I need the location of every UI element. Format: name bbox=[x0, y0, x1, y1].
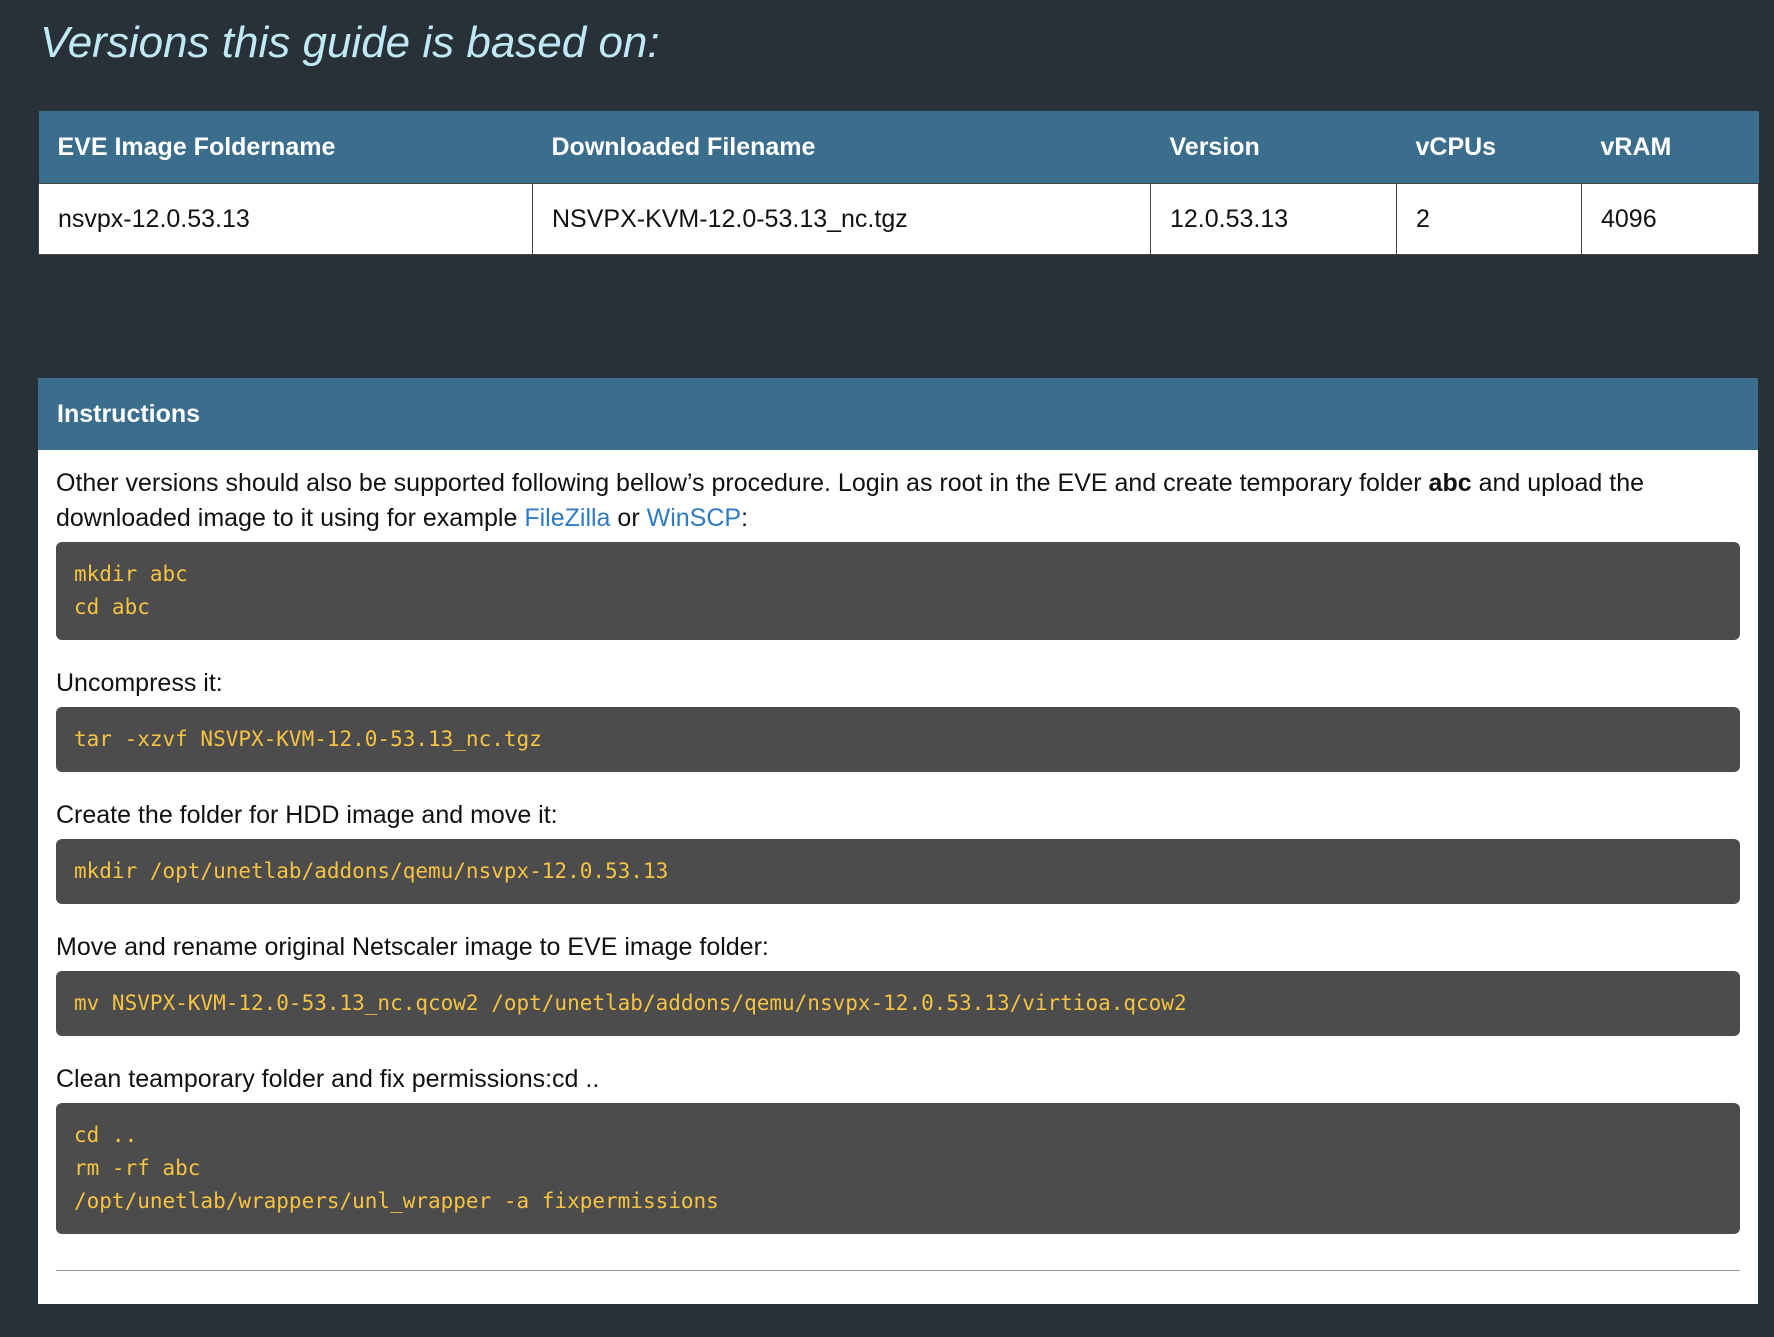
code-line: cd .. bbox=[74, 1123, 138, 1147]
instructions-title: Instructions bbox=[38, 378, 1758, 450]
cell-vram: 4096 bbox=[1581, 183, 1759, 255]
column-header-vcpus: vCPUs bbox=[1396, 111, 1582, 184]
table-header-row: EVE Image Foldername Downloaded Filename… bbox=[38, 111, 1759, 184]
page-title: Versions this guide is based on: bbox=[40, 18, 660, 67]
cell-version: 12.0.53.13 bbox=[1150, 183, 1397, 255]
instructions-body: Other versions should also be supported … bbox=[38, 450, 1758, 1271]
code-line: cd abc bbox=[74, 595, 150, 619]
divider bbox=[56, 1270, 1740, 1271]
code-block-mkdir-hdd[interactable]: mkdir /opt/unetlab/addons/qemu/nsvpx-12.… bbox=[56, 839, 1740, 904]
code-line: mkdir /opt/unetlab/addons/qemu/nsvpx-12.… bbox=[74, 859, 669, 883]
code-block-mkdir[interactable]: mkdir abc cd abc bbox=[56, 542, 1740, 640]
code-line: rm -rf abc bbox=[74, 1156, 201, 1180]
cell-vcpus: 2 bbox=[1396, 183, 1582, 255]
intro-text: or bbox=[610, 504, 647, 532]
filezilla-link[interactable]: FileZilla bbox=[524, 504, 610, 532]
column-header-vram: vRAM bbox=[1581, 111, 1759, 184]
code-block-mv[interactable]: mv NSVPX-KVM-12.0-53.13_nc.qcow2 /opt/un… bbox=[56, 971, 1740, 1036]
intro-paragraph: Other versions should also be supported … bbox=[56, 466, 1740, 536]
folder-name-bold: abc bbox=[1428, 469, 1472, 497]
step-uncompress: Uncompress it: bbox=[56, 669, 223, 697]
step-move-rename: Move and rename original Netscaler image… bbox=[56, 933, 769, 961]
column-header-foldername: EVE Image Foldername bbox=[38, 111, 533, 184]
instructions-panel: Instructions Other versions should also … bbox=[38, 378, 1758, 1304]
cell-filename: NSVPX-KVM-12.0-53.13_nc.tgz bbox=[532, 183, 1151, 255]
code-line: tar -xzvf NSVPX-KVM-12.0-53.13_nc.tgz bbox=[74, 727, 542, 751]
step-clean: Clean teamporary folder and fix permissi… bbox=[56, 1065, 600, 1093]
code-line: /opt/unetlab/wrappers/unl_wrapper -a fix… bbox=[74, 1189, 719, 1213]
step-create-folder: Create the folder for HDD image and move… bbox=[56, 801, 558, 829]
intro-text: : bbox=[741, 504, 749, 532]
cell-foldername: nsvpx-12.0.53.13 bbox=[38, 183, 533, 255]
code-line: mkdir abc bbox=[74, 562, 188, 586]
code-line: mv NSVPX-KVM-12.0-53.13_nc.qcow2 /opt/un… bbox=[74, 991, 1187, 1015]
intro-text: Other versions should also be supported … bbox=[56, 469, 1429, 497]
versions-table: EVE Image Foldername Downloaded Filename… bbox=[38, 111, 1759, 255]
column-header-filename: Downloaded Filename bbox=[532, 111, 1151, 184]
code-block-cleanup[interactable]: cd .. rm -rf abc/opt/unetlab/wrappers/unl… bbox=[56, 1103, 1740, 1234]
table-row: nsvpx-12.0.53.13 NSVPX-KVM-12.0-53.13_nc… bbox=[38, 183, 1759, 255]
code-block-tar[interactable]: tar -xzvf NSVPX-KVM-12.0-53.13_nc.tgz bbox=[56, 707, 1740, 772]
winscp-link[interactable]: WinSCP bbox=[647, 504, 741, 532]
column-header-version: Version bbox=[1150, 111, 1397, 184]
